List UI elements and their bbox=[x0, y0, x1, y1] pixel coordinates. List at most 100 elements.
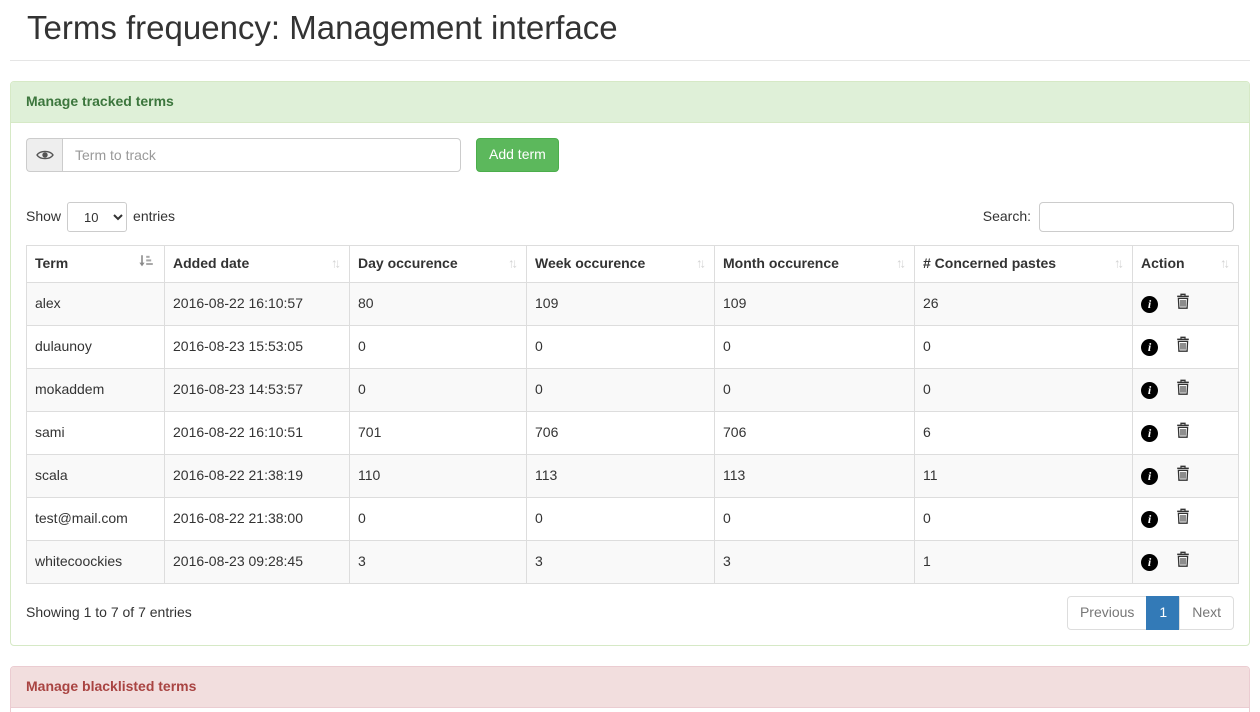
term-cell: whitecoockies bbox=[27, 541, 165, 584]
action-cell: i bbox=[1133, 541, 1239, 584]
trash-icon[interactable] bbox=[1176, 508, 1190, 530]
pagination-page-1[interactable]: 1 bbox=[1146, 596, 1180, 630]
page-length-control: Show 10 entries bbox=[26, 202, 175, 232]
add-term-button[interactable]: Add term bbox=[476, 138, 559, 172]
column-header-action[interactable]: Action ↑↓ bbox=[1133, 246, 1239, 283]
trash-icon[interactable] bbox=[1176, 422, 1190, 444]
info-icon[interactable]: i bbox=[1141, 509, 1158, 529]
action-cell: i bbox=[1133, 369, 1239, 412]
column-header-term[interactable]: Term bbox=[27, 246, 165, 283]
day-occurence-cell: 80 bbox=[350, 283, 527, 326]
blacklisted-terms-body bbox=[11, 708, 1249, 712]
week-occurence-cell: 3 bbox=[527, 541, 715, 584]
column-header-added-date[interactable]: Added date ↑↓ bbox=[165, 246, 350, 283]
trash-icon[interactable] bbox=[1176, 293, 1190, 315]
concerned-pastes-cell: 26 bbox=[915, 283, 1133, 326]
table-row: dulaunoy 2016-08-23 15:53:05 0 0 0 0 i bbox=[27, 326, 1239, 369]
sort-both-icon: ↑↓ bbox=[508, 255, 518, 274]
term-cell: alex bbox=[27, 283, 165, 326]
search-control: Search: bbox=[983, 202, 1234, 232]
sort-both-icon: ↑↓ bbox=[1220, 255, 1230, 274]
month-occurence-cell: 0 bbox=[715, 326, 915, 369]
added-date-cell: 2016-08-22 16:10:57 bbox=[165, 283, 350, 326]
week-occurence-cell: 706 bbox=[527, 412, 715, 455]
added-date-cell: 2016-08-23 09:28:45 bbox=[165, 541, 350, 584]
trash-icon[interactable] bbox=[1176, 379, 1190, 401]
added-date-cell: 2016-08-22 16:10:51 bbox=[165, 412, 350, 455]
pagination-previous-item: Previous bbox=[1067, 596, 1147, 630]
table-row: alex 2016-08-22 16:10:57 80 109 109 26 i bbox=[27, 283, 1239, 326]
pagination-next-item: Next bbox=[1180, 596, 1234, 630]
eye-addon bbox=[26, 138, 62, 172]
term-cell: scala bbox=[27, 455, 165, 498]
term-cell: dulaunoy bbox=[27, 326, 165, 369]
entries-label: entries bbox=[133, 207, 175, 227]
info-icon[interactable]: i bbox=[1141, 466, 1158, 486]
action-cell: i bbox=[1133, 455, 1239, 498]
concerned-pastes-cell: 0 bbox=[915, 326, 1133, 369]
day-occurence-cell: 0 bbox=[350, 498, 527, 541]
month-occurence-cell: 706 bbox=[715, 412, 915, 455]
column-header-month-occurence[interactable]: Month occurence ↑↓ bbox=[715, 246, 915, 283]
info-icon[interactable]: i bbox=[1141, 423, 1158, 443]
day-occurence-cell: 0 bbox=[350, 369, 527, 412]
added-date-cell: 2016-08-22 21:38:19 bbox=[165, 455, 350, 498]
trash-icon[interactable] bbox=[1176, 551, 1190, 573]
month-occurence-cell: 0 bbox=[715, 369, 915, 412]
day-occurence-cell: 701 bbox=[350, 412, 527, 455]
tracked-terms-panel: Manage tracked terms Add term Show bbox=[10, 81, 1250, 646]
tracked-terms-body: Add term Show 10 entries Search: Ter bbox=[11, 123, 1249, 645]
info-icon[interactable]: i bbox=[1141, 294, 1158, 314]
page-title: Terms frequency: Management interface bbox=[27, 10, 1250, 46]
info-icon[interactable]: i bbox=[1141, 552, 1158, 572]
trash-icon[interactable] bbox=[1176, 336, 1190, 358]
pagination-next[interactable]: Next bbox=[1179, 596, 1234, 630]
week-occurence-cell: 0 bbox=[527, 326, 715, 369]
week-occurence-cell: 113 bbox=[527, 455, 715, 498]
terms-table-body: alex 2016-08-22 16:10:57 80 109 109 26 i bbox=[27, 283, 1239, 584]
sort-both-icon: ↑↓ bbox=[896, 255, 906, 274]
added-date-cell: 2016-08-23 14:53:57 bbox=[165, 369, 350, 412]
blacklisted-terms-panel: Manage blacklisted terms bbox=[10, 666, 1250, 712]
week-occurence-cell: 0 bbox=[527, 498, 715, 541]
concerned-pastes-cell: 6 bbox=[915, 412, 1133, 455]
concerned-pastes-cell: 11 bbox=[915, 455, 1133, 498]
table-header-row: Term bbox=[27, 246, 1239, 283]
datatable-footer: Showing 1 to 7 of 7 entries Previous 1 N… bbox=[26, 596, 1234, 630]
term-input[interactable] bbox=[62, 138, 461, 172]
month-occurence-cell: 113 bbox=[715, 455, 915, 498]
day-occurence-cell: 3 bbox=[350, 541, 527, 584]
terms-table: Term bbox=[26, 245, 1239, 584]
trash-icon[interactable] bbox=[1176, 465, 1190, 487]
month-occurence-cell: 109 bbox=[715, 283, 915, 326]
term-cell: sami bbox=[27, 412, 165, 455]
column-header-day-occurence[interactable]: Day occurence ↑↓ bbox=[350, 246, 527, 283]
week-occurence-cell: 109 bbox=[527, 283, 715, 326]
month-occurence-cell: 0 bbox=[715, 498, 915, 541]
day-occurence-cell: 0 bbox=[350, 326, 527, 369]
info-icon[interactable]: i bbox=[1141, 337, 1158, 357]
main-container: Terms frequency: Management interface Ma… bbox=[0, 0, 1260, 712]
title-divider bbox=[10, 60, 1250, 61]
column-header-concerned-pastes[interactable]: # Concerned pastes ↑↓ bbox=[915, 246, 1133, 283]
table-row: sami 2016-08-22 16:10:51 701 706 706 6 i bbox=[27, 412, 1239, 455]
pagination-previous[interactable]: Previous bbox=[1067, 596, 1147, 630]
blacklisted-terms-heading: Manage blacklisted terms bbox=[11, 667, 1249, 708]
eye-icon bbox=[36, 149, 54, 161]
add-term-row: Add term bbox=[26, 138, 1234, 172]
column-header-week-occurence[interactable]: Week occurence ↑↓ bbox=[527, 246, 715, 283]
action-cell: i bbox=[1133, 283, 1239, 326]
info-icon[interactable]: i bbox=[1141, 380, 1158, 400]
term-cell: mokaddem bbox=[27, 369, 165, 412]
action-cell: i bbox=[1133, 498, 1239, 541]
table-info: Showing 1 to 7 of 7 entries bbox=[26, 603, 192, 623]
table-row: test@mail.com 2016-08-22 21:38:00 0 0 0 … bbox=[27, 498, 1239, 541]
term-input-group bbox=[26, 138, 461, 172]
page-length-select[interactable]: 10 bbox=[67, 202, 127, 232]
concerned-pastes-cell: 0 bbox=[915, 498, 1133, 541]
day-occurence-cell: 110 bbox=[350, 455, 527, 498]
table-row: mokaddem 2016-08-23 14:53:57 0 0 0 0 i bbox=[27, 369, 1239, 412]
added-date-cell: 2016-08-23 15:53:05 bbox=[165, 326, 350, 369]
tracked-terms-heading: Manage tracked terms bbox=[11, 82, 1249, 123]
search-input[interactable] bbox=[1039, 202, 1234, 232]
